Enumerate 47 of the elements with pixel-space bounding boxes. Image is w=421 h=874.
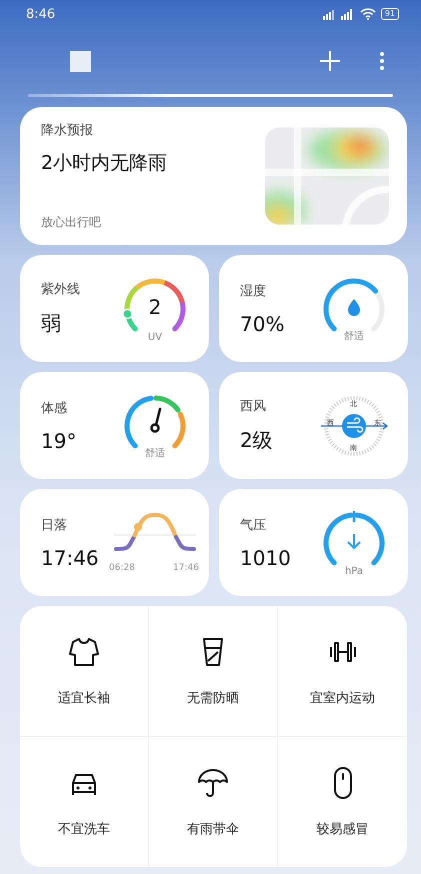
- tip-label: 有雨带伞: [187, 820, 239, 838]
- precipitation-note: 放心出行吧: [41, 214, 102, 231]
- card-value: 1010: [240, 546, 291, 570]
- card-title: 气压: [240, 516, 267, 534]
- uv-index: 2: [148, 294, 162, 318]
- card-title: 体感: [41, 400, 68, 416]
- tip-item[interactable]: 有雨带伞: [149, 736, 278, 867]
- tip-label: 无需防晒: [187, 690, 239, 707]
- square-icon[interactable]: [70, 50, 91, 72]
- tip-item[interactable]: 较易感冒: [278, 736, 407, 867]
- dial-label: 舒适: [343, 330, 365, 342]
- signal-icon: [320, 8, 355, 20]
- card-value: 17:46: [41, 546, 99, 570]
- weather-card[interactable]: 湿度 70% 舒适: [219, 255, 408, 362]
- add-icon[interactable]: [319, 50, 341, 72]
- weather-card[interactable]: 体感 19° 舒适: [20, 372, 209, 479]
- card-value: 19°: [41, 428, 76, 452]
- sunrise-time: 06:28: [109, 562, 135, 572]
- battery-indicator: 91: [380, 8, 399, 20]
- card-value: 2级: [240, 427, 273, 454]
- tip-item[interactable]: 无需防晒: [149, 606, 278, 736]
- tip-item[interactable]: 宜室内运动: [278, 606, 407, 736]
- card-title: 紫外线: [41, 281, 80, 298]
- weather-card[interactable]: 紫外线 弱 2 UV: [20, 255, 209, 362]
- card-title: 降水预报: [41, 122, 94, 139]
- precipitation-headline: 2小时内无降雨: [41, 150, 168, 176]
- precipitation-card[interactable]: 降水预报 2小时内无降雨 放心出行吧: [20, 107, 407, 245]
- tip-item[interactable]: 不宜洗车: [20, 736, 149, 867]
- dial-label: UV: [146, 332, 164, 342]
- dial-label: hPa: [344, 566, 364, 576]
- more-icon[interactable]: [379, 50, 385, 72]
- wifi-icon: [360, 8, 376, 20]
- tip-label: 不宜洗车: [58, 820, 110, 838]
- sunset-time: 17:46: [173, 562, 199, 572]
- tip-item[interactable]: 适宜长袖: [20, 606, 149, 736]
- weather-card[interactable]: 气压 1010 hPa: [219, 489, 408, 596]
- card-title: 湿度: [240, 282, 267, 300]
- card-title: 西风: [240, 398, 267, 415]
- weather-card[interactable]: 日落 17:46 06:28 17:46: [20, 489, 209, 596]
- tip-label: 适宜长袖: [58, 690, 110, 707]
- card-value: 弱: [41, 310, 62, 337]
- card-title: 日落: [41, 516, 68, 534]
- tip-label: 较易感冒: [316, 820, 368, 838]
- card-value: 70%: [240, 312, 284, 336]
- status-time: 8:46: [26, 6, 56, 22]
- dial-label: 舒适: [144, 446, 166, 460]
- tip-label: 宜室内运动: [310, 690, 375, 707]
